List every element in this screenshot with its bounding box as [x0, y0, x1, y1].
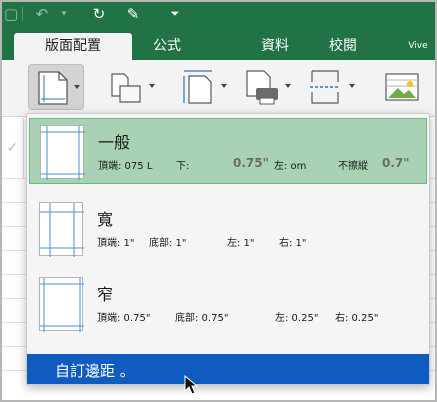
orientation-icon	[111, 73, 141, 103]
mouse-cursor-icon	[184, 375, 198, 395]
custom-margins-item[interactable]: 自訂邊距 。	[27, 354, 429, 384]
chevron-down-icon	[74, 85, 80, 89]
ribbon-tab-strip: 版面配置 公式 資料 校閱 Vive	[2, 26, 435, 60]
option-title: 寬	[97, 210, 114, 229]
breaks-icon	[310, 70, 340, 104]
quick-access-separator	[22, 7, 23, 21]
redo-icon[interactable]: ↻	[88, 4, 110, 24]
breaks-button[interactable]	[302, 64, 358, 110]
print-area-button[interactable]	[238, 64, 294, 110]
right-margin-value: 0.7"	[382, 156, 410, 170]
size-button[interactable]	[174, 64, 230, 110]
customize-icon[interactable]: ⏷	[167, 4, 183, 24]
left-margin-value: 左: 0.25"	[275, 313, 319, 324]
ribbon	[2, 60, 435, 117]
margins-menu: 一般 頂端: 075 L 下: 0.75" 左: om 不擦縱 0.7" 寬 頂…	[26, 113, 430, 385]
title-bar: ▢ ↶ ▾ ↻ ✎ ⏷	[2, 2, 435, 26]
chevron-down-icon	[349, 84, 355, 88]
left-margin-value: 左: om	[274, 161, 307, 172]
background-button[interactable]	[378, 64, 434, 110]
background-icon	[385, 73, 419, 101]
option-title: 窄	[97, 285, 114, 304]
chevron-down-icon	[149, 84, 155, 88]
right-margin-value: 右: 1"	[279, 238, 307, 249]
option-values: 頂端: 1" 底部: 1" 左: 1" 右: 1"	[29, 234, 427, 250]
option-values: 頂端: 0.75" 底部: 0.75" 左: 0.25" 右: 0.25"	[29, 309, 427, 325]
chevron-down-icon	[221, 84, 227, 88]
margins-icon	[38, 71, 68, 105]
bottom-margin-label: 下:	[176, 161, 190, 172]
option-title: 一般	[98, 133, 131, 152]
margin-option-normal[interactable]: 一般 頂端: 075 L 下: 0.75" 左: om 不擦縱 0.7"	[29, 118, 427, 184]
left-margin-value: 左: 1"	[227, 238, 255, 249]
formula-confirm-icon[interactable]: ✓	[2, 118, 24, 178]
bottom-margin-value: 底部: 1"	[149, 238, 187, 249]
margin-option-narrow[interactable]: 窄 頂端: 0.75" 底部: 0.75" 左: 0.25" 右: 0.25"	[29, 271, 427, 337]
save-icon[interactable]: ▢	[4, 4, 18, 24]
excel-window: ▢ ↶ ▾ ↻ ✎ ⏷ 版面配置 公式 資料 校閱 Vive ✓ 一般 頂端: …	[0, 0, 437, 402]
tab-formulas[interactable]: 公式	[142, 33, 192, 60]
top-margin-value: 頂端: 075 L	[98, 161, 153, 172]
top-margin-value: 頂端: 1"	[97, 238, 135, 249]
top-margin-value: 頂端: 0.75"	[97, 313, 151, 324]
print-area-icon	[246, 70, 278, 105]
bottom-margin-value: 0.75"	[233, 156, 269, 170]
chevron-down-icon	[285, 84, 291, 88]
tab-review[interactable]: 校閱	[318, 33, 368, 60]
tab-view[interactable]: Vive	[400, 33, 435, 60]
margins-button[interactable]	[28, 64, 84, 110]
tab-data[interactable]: 資料	[250, 33, 300, 60]
option-values: 頂端: 075 L 下: 0.75" 左: om 不擦縱 0.7"	[30, 156, 428, 173]
undo-icon[interactable]: ↶	[32, 4, 52, 24]
edit-icon[interactable]: ✎	[122, 4, 144, 24]
right-margin-value: 右: 0.25"	[335, 313, 379, 324]
orientation-button[interactable]	[102, 64, 158, 110]
tab-page-layout[interactable]: 版面配置	[14, 33, 132, 60]
size-icon	[183, 70, 212, 104]
margin-option-wide[interactable]: 寬 頂端: 1" 底部: 1" 左: 1" 右: 1"	[29, 196, 427, 262]
right-margin-label: 不擦縱	[338, 161, 368, 172]
undo-dropdown-icon[interactable]: ▾	[57, 4, 71, 24]
bottom-margin-value: 底部: 0.75"	[175, 313, 229, 324]
custom-margins-label: 自訂邊距 。	[55, 362, 135, 380]
